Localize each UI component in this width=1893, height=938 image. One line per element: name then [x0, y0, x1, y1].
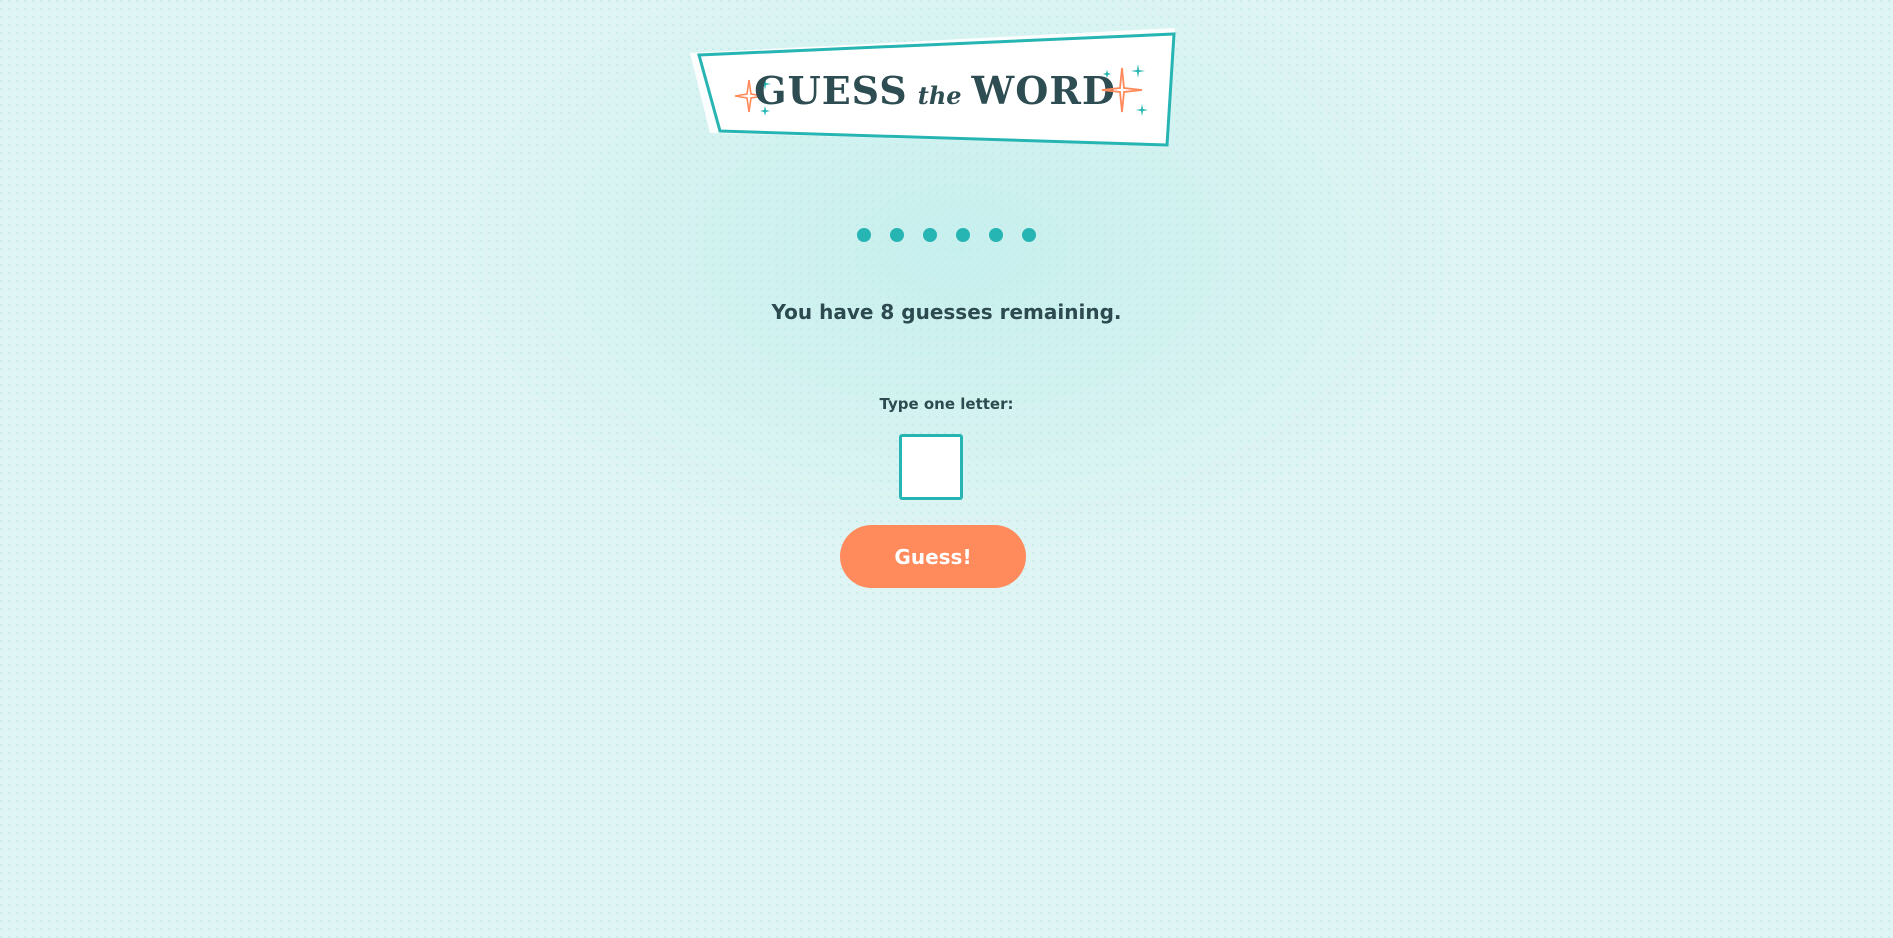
title-word: WORD	[971, 68, 1116, 113]
hidden-letter-dot	[1022, 228, 1036, 242]
title-guess: GUESS	[754, 68, 908, 113]
guess-button[interactable]: Guess!	[840, 525, 1026, 588]
sparkle-right-icon	[1101, 64, 1148, 116]
guesses-remaining-text: You have 8 guesses remaining.	[771, 300, 1122, 324]
hidden-letter-dot	[857, 228, 871, 242]
letter-input-label: Type one letter:	[879, 395, 1014, 413]
title-the: the	[917, 81, 962, 110]
title-sign: GUESS the WORD	[690, 28, 1180, 150]
hidden-letter-dot	[923, 228, 937, 242]
word-progress	[0, 228, 1893, 242]
hidden-letter-dot	[890, 228, 904, 242]
hidden-letter-dot	[989, 228, 1003, 242]
letter-input[interactable]	[899, 434, 963, 500]
hidden-letter-dot	[956, 228, 970, 242]
